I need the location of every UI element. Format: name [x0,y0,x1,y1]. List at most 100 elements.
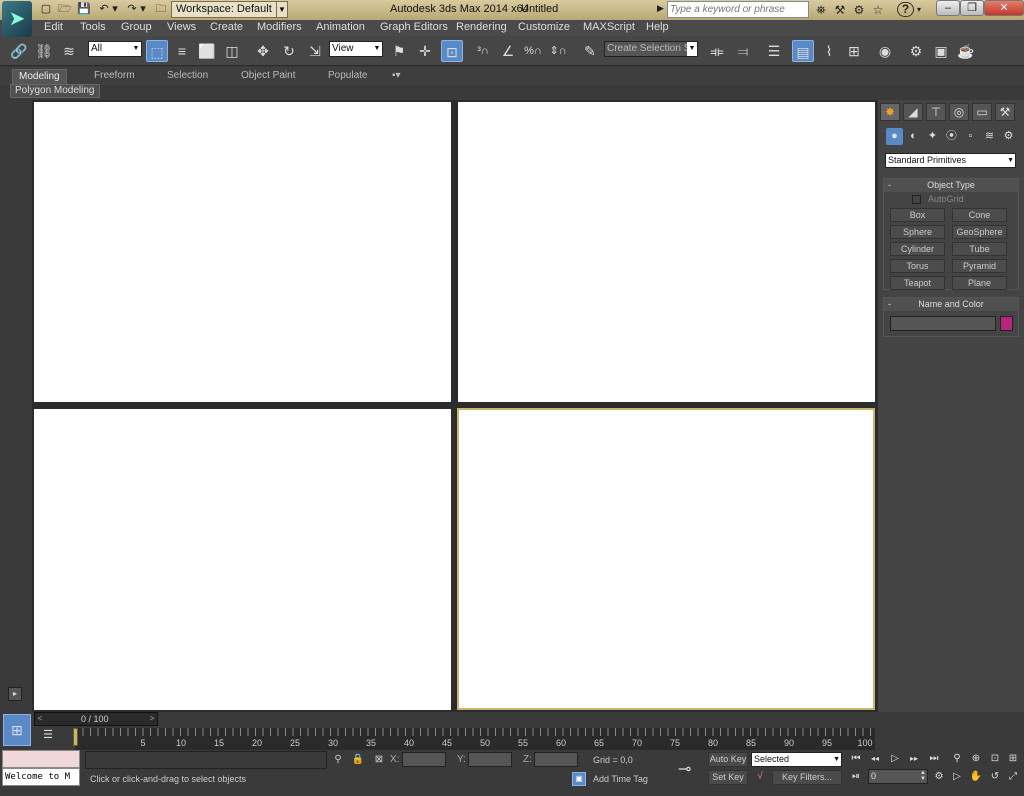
go-to-start-icon[interactable]: ⏮ [848,751,864,766]
zoom-all-icon[interactable]: ⊕ [968,751,984,766]
window-crossing-icon[interactable]: ◫ [221,40,243,62]
help-icon[interactable]: ? [897,2,914,17]
select-and-move-icon[interactable]: ✥ [252,40,274,62]
time-config-icon[interactable]: ⚙ [931,769,947,784]
minimize-button[interactable]: – [936,0,960,16]
tools-icon[interactable]: ⚒ [832,2,848,18]
menu-views[interactable]: Views [167,21,196,33]
workspace-selector[interactable]: Workspace: Default ▼ [171,1,288,18]
pan-view-icon[interactable]: ✋ [968,769,984,784]
tab-modeling[interactable]: Modeling [12,69,67,84]
snaps-toggle-icon[interactable]: ³∩ [472,40,494,62]
field-of-view-icon[interactable]: ▷ [949,769,965,784]
named-selection-set-dropdown[interactable]: Create Selection Se ▼ [604,41,698,57]
time-slider-prev-icon[interactable]: < [35,713,45,725]
utilities-tab-icon[interactable]: ⚒ [995,103,1015,121]
geometry-icon[interactable]: ● [886,128,903,145]
autogrid-checkbox[interactable] [912,195,921,204]
tab-selection[interactable]: Selection [161,69,214,84]
maximize-button[interactable]: ❐ [960,0,984,16]
name-and-color-header[interactable]: - Name and Color [884,298,1018,311]
percent-snap-icon[interactable]: %∩ [522,40,544,62]
tab-populate[interactable]: Populate [322,69,373,84]
time-tag-icon[interactable]: ▣ [572,772,586,786]
viewport-layout-icon[interactable]: ⊞ [3,714,31,746]
next-frame-icon[interactable]: ▸▸ [906,751,922,766]
menu-modifiers[interactable]: Modifiers [257,21,302,33]
open-mini-curve-editor-icon[interactable]: ☰ [40,728,56,742]
current-frame-spinner[interactable]: 0 ▲ ▼ [868,769,928,784]
render-production-icon[interactable]: ☕ [955,40,977,62]
viewport-left[interactable] [34,409,451,710]
absolute-mode-icon[interactable]: ⊠ [372,753,386,767]
helpers-icon[interactable]: ▫ [962,128,979,145]
schematic-view-icon[interactable]: ⊞ [843,40,865,62]
zoom-icon[interactable]: ⚲ [949,751,965,766]
close-button[interactable]: ✕ [984,0,1024,16]
object-type-header[interactable]: - Object Type [884,179,1018,192]
search-expand-icon[interactable]: ▶ [657,3,664,14]
render-setup-icon[interactable]: ⚙ [905,40,927,62]
time-slider[interactable]: < 0 / 100 > [34,712,158,726]
viewport-front[interactable] [458,102,875,402]
save-file-icon[interactable]: 💾 [76,2,92,17]
zoom-extents-all-icon[interactable]: ⊞ [1005,751,1021,766]
select-and-manipulate-icon[interactable]: ⊡ [441,40,463,62]
lights-icon[interactable]: ✦ [924,128,941,145]
play-icon[interactable]: ▷ [887,751,903,766]
track-bar-time-marker[interactable] [73,728,78,746]
shapes-icon[interactable]: ◐ [905,128,922,145]
new-file-icon[interactable]: ▢ [38,2,54,17]
space-warps-icon[interactable]: ≋ [981,128,998,145]
align-icon[interactable]: ⫤ [732,40,754,62]
ribbon-polygon-modeling[interactable]: Polygon Modeling [10,84,100,98]
select-and-link-icon[interactable]: 🔗 [8,40,30,62]
box-button[interactable]: Box [890,208,945,222]
zoom-extents-icon[interactable]: ⊡ [987,751,1003,766]
key-filters-button[interactable]: Key Filters... [772,770,842,785]
unlink-selection-icon[interactable]: ⛓ [33,40,55,62]
select-and-scale-icon[interactable]: ⇲ [304,40,326,62]
menu-graph-editors[interactable]: Graph Editors [380,21,448,33]
mirror-icon[interactable]: ⟚ [706,40,728,62]
cylinder-button[interactable]: Cylinder [890,242,945,256]
motion-tab-icon[interactable]: ◎ [949,103,969,121]
curve-editor-icon[interactable]: ⌇ [818,40,840,62]
menu-create[interactable]: Create [210,21,243,33]
favorites-star-icon[interactable]: ☆ [870,2,886,18]
create-tab-icon[interactable]: ✸ [880,103,900,121]
maximize-viewport-icon[interactable]: ⤢ [1005,769,1021,784]
select-and-place-icon[interactable]: ⚑ [388,40,410,62]
use-pivot-center-icon[interactable]: ✛ [414,40,436,62]
go-to-end-icon[interactable]: ⏭ [926,751,942,766]
spinner-snap-icon[interactable]: ⇕∩ [547,40,569,62]
key-mode-dropdown[interactable]: Selected ▼ [751,752,842,767]
cameras-icon[interactable]: ⦿ [943,128,960,145]
menu-tools[interactable]: Tools [80,21,106,33]
cone-button[interactable]: Cone [952,208,1007,222]
z-coordinate-field[interactable] [534,752,578,767]
menu-group[interactable]: Group [121,21,152,33]
project-folder-icon[interactable]: 🗀 [153,2,169,17]
pyramid-button[interactable]: Pyramid [952,259,1007,273]
tube-button[interactable]: Tube [952,242,1007,256]
torus-button[interactable]: Torus [890,259,945,273]
app-logo-icon[interactable]: ➤ [2,1,32,37]
maxscript-listener-output[interactable]: Welcome to M [2,768,80,786]
ribbon-options-icon[interactable]: ▪▾ [386,69,407,84]
display-tab-icon[interactable]: ▭ [972,103,992,121]
search-input[interactable] [667,1,809,18]
graphite-ribbon-icon[interactable]: ▤ [792,40,814,62]
redo-dropdown-icon[interactable]: ▾ [138,2,148,17]
rendered-frame-window-icon[interactable]: ▣ [930,40,952,62]
modify-tab-icon[interactable]: ◢ [903,103,923,121]
menu-edit[interactable]: Edit [44,21,63,33]
time-slider-next-icon[interactable]: > [147,713,157,725]
material-editor-icon[interactable]: ◉ [874,40,896,62]
orbit-icon[interactable]: ↺ [987,769,1003,784]
y-coordinate-field[interactable] [468,752,512,767]
menu-maxscript[interactable]: MAXScript [583,21,635,33]
set-key-button[interactable]: Set Key [708,770,748,785]
menu-animation[interactable]: Animation [316,21,365,33]
reference-coordinate-dropdown[interactable]: View ▼ [329,41,383,57]
